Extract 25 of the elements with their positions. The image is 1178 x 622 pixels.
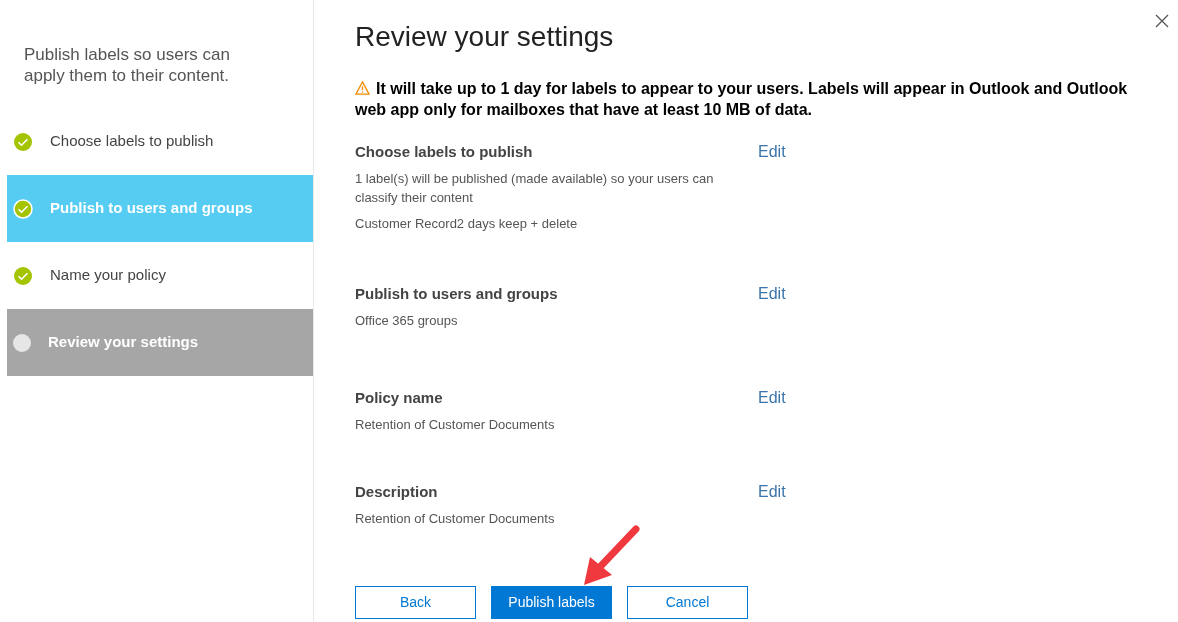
edit-link[interactable]: Edit <box>758 482 786 502</box>
warning-icon <box>355 81 370 95</box>
secondary-button[interactable]: Cancel <box>627 586 748 619</box>
edit-link[interactable]: Edit <box>758 284 786 304</box>
section-detail: Office 365 groups <box>355 312 459 330</box>
step-label: Choose labels to publish <box>50 131 214 152</box>
section-detail: Retention of Customer Documents <box>355 416 556 434</box>
close-icon[interactable] <box>1155 14 1169 28</box>
step-label: Review your settings <box>48 332 199 353</box>
section-title: Description <box>355 482 439 502</box>
warning-message: It will take up to 1 day for labels to appear to your users. Labels will appear in Outlook and Outlook web app only for mailboxes that have at least 10 MB of data. <box>355 79 1129 120</box>
section-title: Publish to users and groups <box>355 284 559 304</box>
step-label: Publish to users and groups <box>50 198 253 219</box>
section-detail: Retention of Customer Documents <box>355 510 556 528</box>
secondary-button[interactable]: Back <box>355 586 476 619</box>
edit-link[interactable]: Edit <box>758 388 786 408</box>
page-title: Review your settings <box>355 20 614 54</box>
sidebar-intro: Publish labels so users can apply them to their content. <box>23 44 231 86</box>
publish-button[interactable]: Publish labels <box>491 586 612 619</box>
section-detail: 1 label(s) will be published (made available) so your users can classify their content <box>355 170 715 207</box>
section-title: Choose labels to publish <box>355 142 534 162</box>
edit-link[interactable]: Edit <box>758 142 786 162</box>
section-title: Policy name <box>355 388 444 408</box>
section-detail: Customer Record2 days keep + delete <box>355 215 579 233</box>
step-label: Name your policy <box>50 265 166 286</box>
